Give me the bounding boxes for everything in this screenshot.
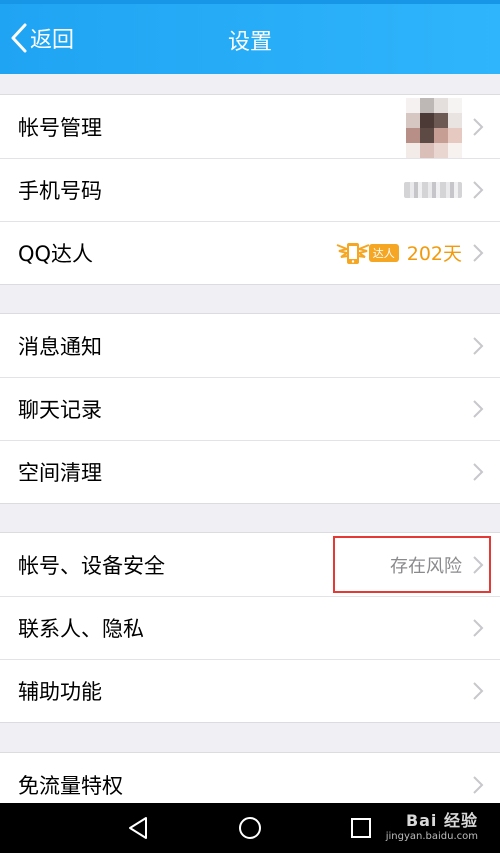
settings-row-phone[interactable]: 手机号码 xyxy=(0,158,500,221)
avatar xyxy=(406,96,462,158)
risk-status-text: 存在风险 xyxy=(390,555,462,577)
winged-phone-icon xyxy=(336,242,370,264)
settings-row-notifications[interactable]: 消息通知 xyxy=(0,314,500,377)
watermark-sub: jingyan.baidu.com xyxy=(385,831,478,842)
row-label: 帐号、设备安全 xyxy=(18,553,165,578)
row-label: 帐号管理 xyxy=(18,115,102,140)
page-title: 设置 xyxy=(227,30,272,55)
status-strip xyxy=(0,0,500,4)
chevron-right-icon xyxy=(473,400,484,418)
chevron-right-icon xyxy=(473,776,484,794)
chevron-right-icon xyxy=(473,181,484,199)
row-label: 消息通知 xyxy=(18,334,102,359)
account-group: 帐号管理 手机号码 QQ达人 达人 202天 xyxy=(0,94,500,285)
settings-row-accessibility[interactable]: 辅助功能 xyxy=(0,659,500,722)
general-group: 消息通知 聊天记录 空间清理 xyxy=(0,313,500,504)
settings-row-contacts-privacy[interactable]: 联系人、隐私 xyxy=(0,596,500,659)
settings-row-account-security[interactable]: 帐号、设备安全 存在风险 xyxy=(0,533,500,596)
chevron-right-icon xyxy=(473,682,484,700)
security-status: 存在风险 xyxy=(390,552,462,578)
settings-row-storage-cleanup[interactable]: 空间清理 xyxy=(0,440,500,503)
chevron-right-icon xyxy=(473,619,484,637)
row-label: 辅助功能 xyxy=(18,679,102,704)
recents-square-icon[interactable] xyxy=(350,816,372,840)
title-bar: 返回 设置 xyxy=(0,0,500,74)
row-label: 免流量特权 xyxy=(18,773,123,798)
baidu-jingyan-watermark: Bai 经验 jingyan.baidu.com xyxy=(386,807,478,842)
chevron-right-icon xyxy=(473,556,484,574)
daren-badge: 达人 202天 xyxy=(335,239,462,267)
chevron-right-icon xyxy=(473,118,484,136)
row-label: 联系人、隐私 xyxy=(18,616,144,641)
security-group: 帐号、设备安全 存在风险 联系人、隐私 辅助功能 xyxy=(0,532,500,723)
chevron-right-icon xyxy=(473,337,484,355)
phone-number-blurred xyxy=(404,181,462,198)
chevron-right-icon xyxy=(473,463,484,481)
row-label: 手机号码 xyxy=(18,178,102,203)
system-nav-bar: Bai 经验 jingyan.baidu.com xyxy=(0,803,500,853)
back-triangle-icon[interactable] xyxy=(127,816,149,840)
daren-days: 202天 xyxy=(406,243,462,265)
row-label: 空间清理 xyxy=(18,460,102,485)
watermark-main: Bai 经验 xyxy=(405,811,478,830)
chevron-right-icon xyxy=(473,244,484,262)
daren-tag: 达人 xyxy=(368,243,399,262)
blurred-value xyxy=(404,181,462,198)
row-label: 聊天记录 xyxy=(18,397,102,422)
settings-row-account[interactable]: 帐号管理 xyxy=(0,95,500,158)
home-circle-icon[interactable] xyxy=(238,816,262,840)
settings-row-chat-history[interactable]: 聊天记录 xyxy=(0,377,500,440)
settings-row-qq-daren[interactable]: QQ达人 达人 202天 xyxy=(0,221,500,284)
row-label: QQ达人 xyxy=(18,241,94,266)
avatar-pixelated xyxy=(406,97,462,158)
